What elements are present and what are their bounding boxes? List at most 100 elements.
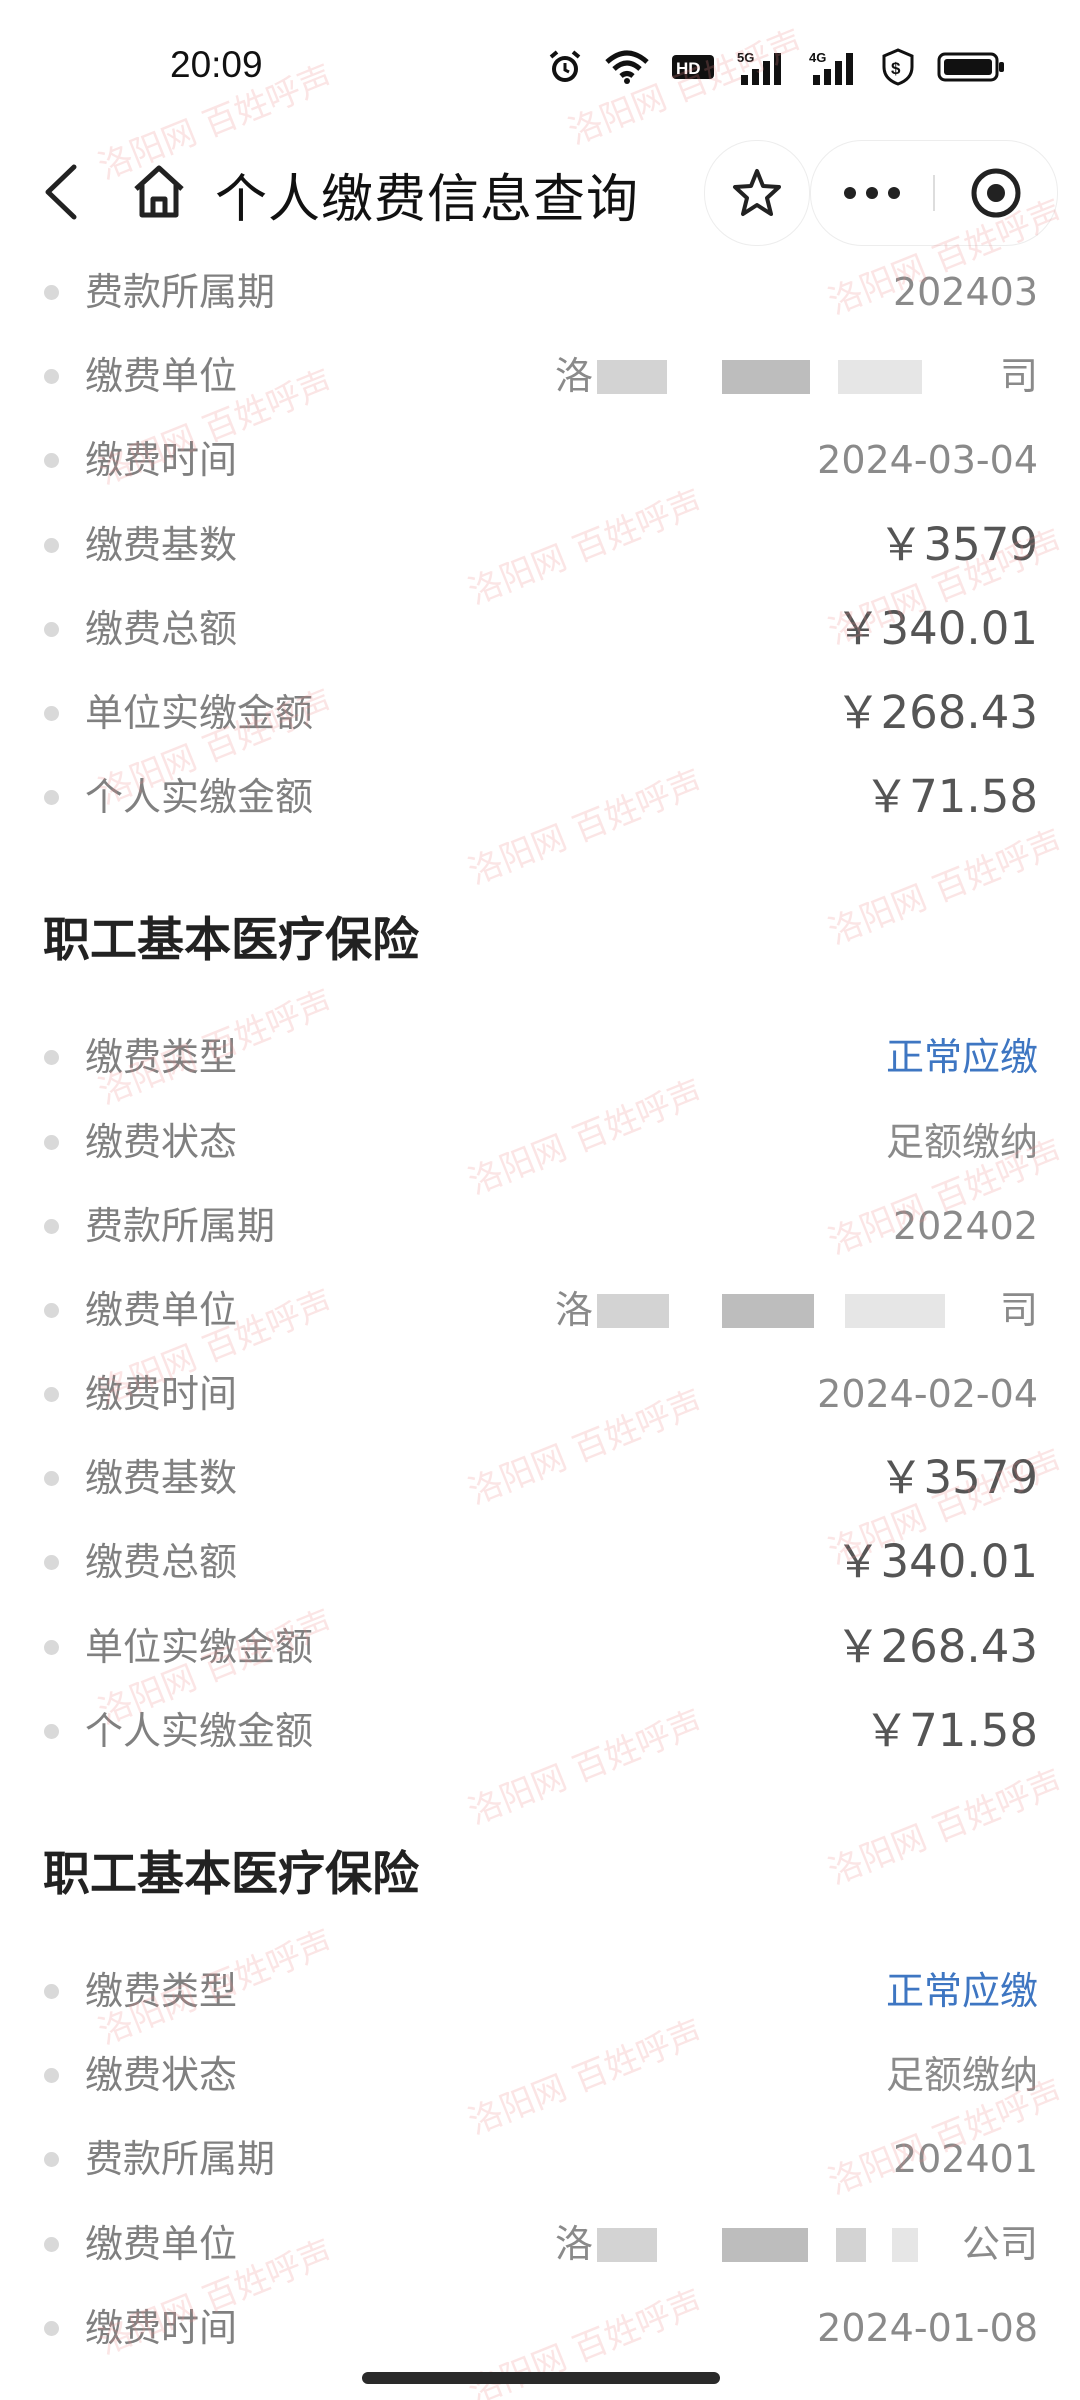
star-icon	[733, 169, 781, 216]
company-name-start: 洛	[555, 354, 594, 399]
bullet-icon	[44, 285, 59, 300]
redaction-block	[722, 360, 810, 395]
bullet-icon	[44, 369, 59, 385]
redaction-block	[892, 2227, 918, 2262]
field-label: 个人实缴金额	[85, 1708, 314, 1753]
field-value: ￥340.01	[835, 1535, 1038, 1589]
bullet-icon	[44, 2068, 59, 2084]
payment-type-value: 正常应缴	[885, 1035, 1038, 1080]
bullet-icon	[44, 1555, 59, 1571]
field-label: 缴费单位	[85, 354, 238, 399]
company-name-end: 司	[999, 354, 1038, 399]
redaction-block	[722, 1293, 814, 1328]
field-value: 202401	[892, 2137, 1038, 2182]
field-label: 个人实缴金额	[85, 775, 314, 820]
field-value: 足额缴纳	[885, 2053, 1038, 2098]
bullet-icon	[44, 1984, 59, 1999]
bullet-icon	[44, 1471, 59, 1487]
bullet-icon	[44, 1639, 59, 1655]
mini-program-capsule	[810, 140, 1058, 246]
bullet-icon	[44, 621, 59, 637]
field-value: 2024-02-04	[817, 1372, 1038, 1417]
list-item: 缴费时间 2024-02-04	[0, 1352, 1080, 1436]
svg-text:$: $	[891, 59, 901, 78]
favorite-button[interactable]	[704, 140, 810, 246]
field-label: 缴费类型	[85, 1035, 238, 1080]
list-item: 单位实缴金额 ￥268.43	[0, 671, 1080, 755]
list-item: 缴费类型 正常应缴	[0, 1015, 1080, 1099]
list-item: 费款所属期 202402	[0, 1184, 1080, 1268]
bullet-icon	[44, 537, 59, 553]
field-label: 缴费基数	[85, 522, 238, 567]
list-item: 缴费总额 ￥340.01	[0, 587, 1080, 671]
field-label: 费款所属期	[85, 1203, 276, 1248]
svg-text:HD: HD	[676, 59, 701, 78]
bullet-icon	[44, 2320, 59, 2336]
field-label: 缴费总额	[85, 1540, 238, 1585]
bullet-icon	[44, 705, 59, 721]
home-icon	[134, 165, 184, 218]
page: 20:09 HD 5G 4G $ 个人缴费信息查询 费款所属期 202403 缴…	[0, 0, 1080, 2400]
status-bar: 20:09 HD 5G 4G $	[0, 0, 1080, 135]
close-target-icon	[971, 168, 1021, 218]
bullet-icon	[44, 2152, 59, 2168]
alarm-icon	[549, 50, 581, 82]
field-value: ￥71.58	[864, 770, 1038, 824]
bullet-icon	[44, 1723, 59, 1739]
close-button[interactable]	[935, 141, 1057, 245]
list-item: 缴费单位 洛 公司	[0, 2202, 1080, 2286]
redaction-block	[597, 1293, 669, 1328]
more-icon	[844, 187, 900, 199]
field-label: 缴费单位	[85, 1287, 238, 1332]
status-icons: HD 5G 4G $	[547, 48, 1005, 86]
hd-icon: HD	[672, 55, 714, 79]
redaction-block	[845, 1293, 945, 1328]
svg-text:4G: 4G	[809, 50, 826, 65]
field-label: 缴费时间	[85, 2305, 238, 2350]
more-button[interactable]	[811, 141, 933, 245]
field-label: 单位实缴金额	[85, 690, 314, 735]
field-value: 2024-01-08	[817, 2305, 1038, 2350]
bullet-icon	[44, 1218, 59, 1234]
record-group: 职工基本医疗保险 缴费类型 正常应缴 缴费状态 足额缴纳 费款所属期 20240…	[0, 1819, 1080, 2370]
list-item: 缴费时间 2024-01-08	[0, 2286, 1080, 2370]
list-item: 单位实缴金额 ￥268.43	[0, 1605, 1080, 1689]
back-button[interactable]	[34, 159, 94, 225]
field-label: 缴费状态	[85, 2053, 238, 2098]
record-group: 职工基本医疗保险 缴费类型 正常应缴 缴费状态 足额缴纳 费款所属期 20240…	[0, 885, 1080, 1773]
battery-icon	[937, 52, 1004, 82]
status-time: 20:09	[170, 44, 263, 85]
bullet-icon	[44, 1302, 59, 1318]
field-label: 缴费基数	[85, 1456, 238, 1501]
redaction-block	[597, 360, 667, 395]
home-indicator[interactable]	[362, 2372, 720, 2384]
signal-4g-icon: 4G	[809, 50, 853, 85]
redaction-block	[722, 2227, 808, 2262]
field-label: 费款所属期	[85, 270, 276, 314]
list-item: 缴费单位 洛 司	[0, 334, 1080, 418]
signal-5g-icon: 5G	[737, 50, 781, 85]
nav-bar: 个人缴费信息查询	[0, 135, 1080, 250]
list-item: 费款所属期 202403	[0, 250, 1080, 334]
field-value: ￥3579	[878, 517, 1038, 571]
list-item: 缴费基数 ￥3579	[0, 1436, 1080, 1520]
bullet-icon	[44, 790, 59, 806]
field-value: ￥340.01	[835, 601, 1038, 655]
field-label: 缴费总额	[85, 606, 238, 651]
field-value: 足额缴纳	[885, 1119, 1038, 1164]
home-button[interactable]	[128, 161, 190, 223]
bullet-icon	[44, 1050, 59, 1066]
field-label: 缴费单位	[85, 2221, 238, 2266]
bullet-icon	[44, 453, 59, 469]
list-item: 个人实缴金额 ￥71.58	[0, 755, 1080, 839]
field-value: ￥3579	[878, 1451, 1038, 1505]
field-label: 缴费状态	[85, 1119, 238, 1164]
field-label: 费款所属期	[85, 2137, 276, 2182]
list-item: 缴费单位 洛 司	[0, 1268, 1080, 1352]
field-value: 202403	[892, 270, 1038, 314]
payment-list[interactable]: 费款所属期 202403 缴费单位 洛 司 缴费时间 2024-03-04 缴费…	[0, 250, 1080, 2370]
field-value: 202402	[892, 1203, 1038, 1248]
list-item: 缴费类型 正常应缴	[0, 1949, 1080, 2033]
redaction-block	[597, 2227, 657, 2262]
list-item: 缴费状态 足额缴纳	[0, 1100, 1080, 1184]
